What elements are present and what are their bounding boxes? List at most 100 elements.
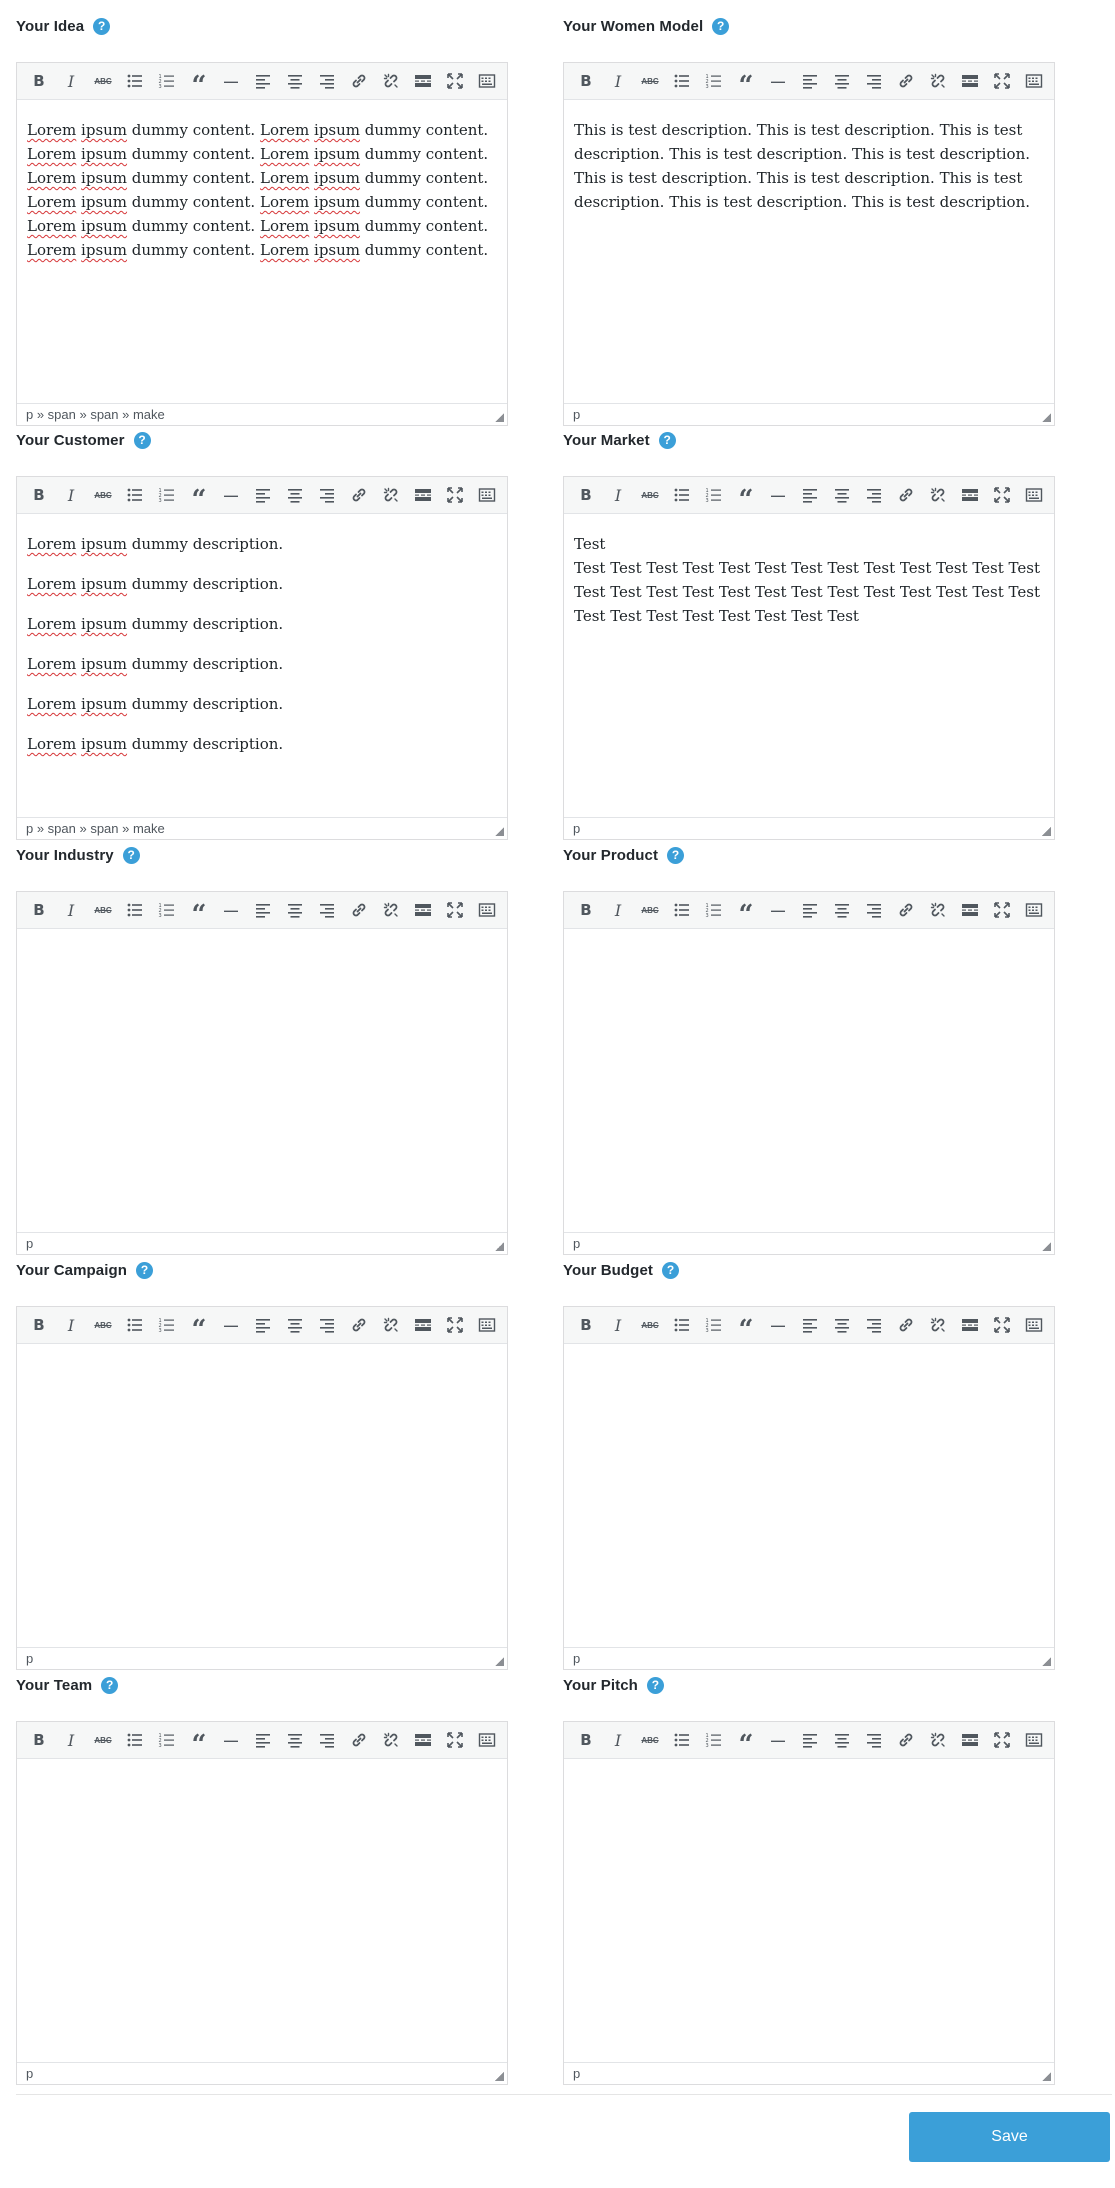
element-path[interactable]: p bbox=[26, 1651, 33, 1666]
fullscreen-button[interactable] bbox=[986, 480, 1018, 510]
strikethrough-button[interactable]: ABC bbox=[87, 1310, 119, 1340]
editor-content[interactable] bbox=[564, 1344, 1054, 1647]
insert-link-button[interactable] bbox=[890, 895, 922, 925]
horizontal-line-button[interactable]: — bbox=[215, 480, 247, 510]
numbered-list-button[interactable]: 123 bbox=[698, 895, 730, 925]
italic-button[interactable]: I bbox=[602, 1725, 634, 1755]
horizontal-line-button[interactable]: — bbox=[215, 1310, 247, 1340]
bold-button[interactable]: B bbox=[23, 480, 55, 510]
align-right-button[interactable] bbox=[858, 1310, 890, 1340]
align-left-button[interactable] bbox=[794, 1725, 826, 1755]
remove-link-button[interactable] bbox=[922, 480, 954, 510]
strikethrough-button[interactable]: ABC bbox=[634, 1310, 666, 1340]
insert-link-button[interactable] bbox=[343, 895, 375, 925]
fullscreen-button[interactable] bbox=[986, 1725, 1018, 1755]
numbered-list-button[interactable]: 123 bbox=[151, 895, 183, 925]
insert-link-button[interactable] bbox=[343, 66, 375, 96]
blockquote-button[interactable]: “ bbox=[183, 480, 215, 515]
resize-handle[interactable] bbox=[1042, 413, 1051, 422]
read-more-button[interactable] bbox=[954, 66, 986, 96]
bullet-list-button[interactable] bbox=[119, 1725, 151, 1755]
align-center-button[interactable] bbox=[826, 895, 858, 925]
fullscreen-button[interactable] bbox=[986, 66, 1018, 96]
align-center-button[interactable] bbox=[279, 66, 311, 96]
italic-button[interactable]: I bbox=[602, 480, 634, 510]
remove-link-button[interactable] bbox=[375, 66, 407, 96]
align-center-button[interactable] bbox=[826, 1310, 858, 1340]
insert-link-button[interactable] bbox=[890, 1310, 922, 1340]
strikethrough-button[interactable]: ABC bbox=[634, 895, 666, 925]
blockquote-button[interactable]: “ bbox=[183, 1725, 215, 1760]
numbered-list-button[interactable]: 123 bbox=[151, 1725, 183, 1755]
read-more-button[interactable] bbox=[407, 480, 439, 510]
remove-link-button[interactable] bbox=[375, 480, 407, 510]
resize-handle[interactable] bbox=[495, 413, 504, 422]
align-right-button[interactable] bbox=[311, 895, 343, 925]
align-left-button[interactable] bbox=[247, 480, 279, 510]
resize-handle[interactable] bbox=[1042, 1657, 1051, 1666]
numbered-list-button[interactable]: 123 bbox=[698, 66, 730, 96]
align-center-button[interactable] bbox=[279, 895, 311, 925]
blockquote-button[interactable]: “ bbox=[183, 895, 215, 930]
blockquote-button[interactable]: “ bbox=[730, 480, 762, 515]
bullet-list-button[interactable] bbox=[666, 1725, 698, 1755]
blockquote-button[interactable]: “ bbox=[183, 1310, 215, 1345]
horizontal-line-button[interactable]: — bbox=[762, 895, 794, 925]
resize-handle[interactable] bbox=[1042, 827, 1051, 836]
align-right-button[interactable] bbox=[858, 66, 890, 96]
remove-link-button[interactable] bbox=[375, 1310, 407, 1340]
bold-button[interactable]: B bbox=[23, 895, 55, 925]
italic-button[interactable]: I bbox=[602, 895, 634, 925]
element-path[interactable]: p » span » span » make bbox=[26, 821, 165, 836]
strikethrough-button[interactable]: ABC bbox=[634, 1725, 666, 1755]
fullscreen-button[interactable] bbox=[439, 480, 471, 510]
align-left-button[interactable] bbox=[794, 1310, 826, 1340]
italic-button[interactable]: I bbox=[55, 480, 87, 510]
bold-button[interactable]: B bbox=[23, 1725, 55, 1755]
bold-button[interactable]: B bbox=[23, 66, 55, 96]
editor-content[interactable] bbox=[17, 1759, 507, 2062]
resize-handle[interactable] bbox=[1042, 1242, 1051, 1251]
bold-button[interactable]: B bbox=[23, 1310, 55, 1340]
toolbar-toggle-button[interactable] bbox=[471, 66, 503, 96]
strikethrough-button[interactable]: ABC bbox=[87, 66, 119, 96]
toolbar-toggle-button[interactable] bbox=[1018, 1725, 1050, 1755]
help-icon[interactable]: ? bbox=[661, 1261, 679, 1279]
editor-content[interactable]: Test Test Test Test Test Test Test Test T… bbox=[564, 514, 1054, 817]
bullet-list-button[interactable] bbox=[666, 480, 698, 510]
element-path[interactable]: p » span » span » make bbox=[26, 407, 165, 422]
align-center-button[interactable] bbox=[826, 1725, 858, 1755]
resize-handle[interactable] bbox=[495, 827, 504, 836]
bullet-list-button[interactable] bbox=[666, 895, 698, 925]
horizontal-line-button[interactable]: — bbox=[762, 1310, 794, 1340]
insert-link-button[interactable] bbox=[890, 1725, 922, 1755]
align-center-button[interactable] bbox=[826, 66, 858, 96]
help-icon[interactable]: ? bbox=[136, 1261, 154, 1279]
resize-handle[interactable] bbox=[495, 1657, 504, 1666]
bullet-list-button[interactable] bbox=[119, 1310, 151, 1340]
read-more-button[interactable] bbox=[954, 1310, 986, 1340]
align-left-button[interactable] bbox=[794, 66, 826, 96]
align-right-button[interactable] bbox=[311, 66, 343, 96]
align-left-button[interactable] bbox=[794, 895, 826, 925]
numbered-list-button[interactable]: 123 bbox=[151, 1310, 183, 1340]
fullscreen-button[interactable] bbox=[986, 895, 1018, 925]
toolbar-toggle-button[interactable] bbox=[1018, 66, 1050, 96]
element-path[interactable]: p bbox=[573, 407, 580, 422]
resize-handle[interactable] bbox=[1042, 2072, 1051, 2081]
horizontal-line-button[interactable]: — bbox=[762, 480, 794, 510]
align-right-button[interactable] bbox=[311, 1725, 343, 1755]
element-path[interactable]: p bbox=[573, 1236, 580, 1251]
align-left-button[interactable] bbox=[247, 66, 279, 96]
italic-button[interactable]: I bbox=[55, 1725, 87, 1755]
help-icon[interactable]: ? bbox=[712, 17, 730, 35]
editor-content[interactable] bbox=[564, 1759, 1054, 2062]
bullet-list-button[interactable] bbox=[666, 1310, 698, 1340]
numbered-list-button[interactable]: 123 bbox=[151, 480, 183, 510]
horizontal-line-button[interactable]: — bbox=[215, 1725, 247, 1755]
remove-link-button[interactable] bbox=[375, 1725, 407, 1755]
italic-button[interactable]: I bbox=[55, 895, 87, 925]
align-left-button[interactable] bbox=[247, 895, 279, 925]
help-icon[interactable]: ? bbox=[122, 846, 140, 864]
fullscreen-button[interactable] bbox=[986, 1310, 1018, 1340]
